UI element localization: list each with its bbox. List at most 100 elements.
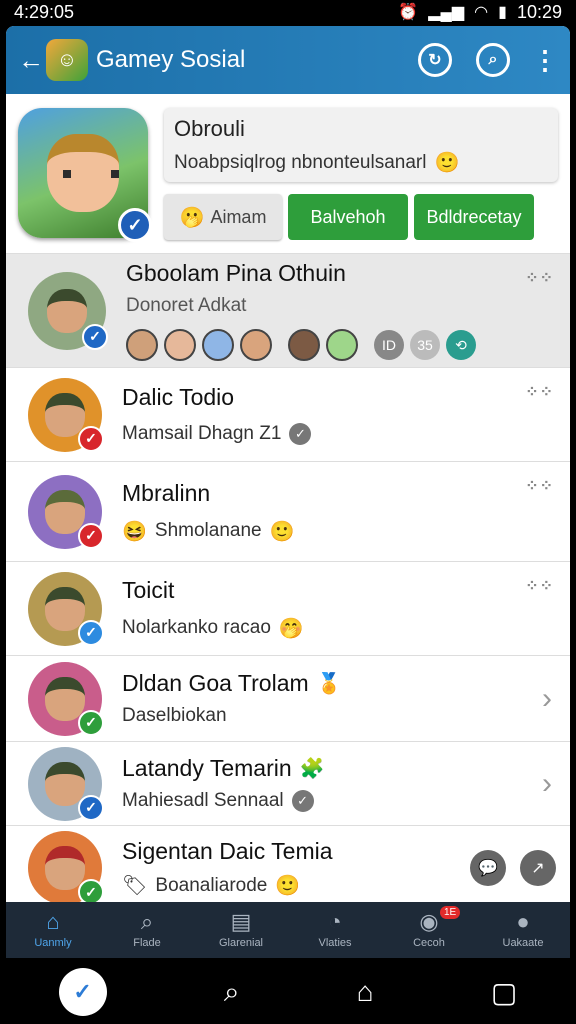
avatar: ✓ bbox=[28, 661, 104, 736]
aimam-label: Aimam bbox=[210, 206, 267, 227]
search-icon[interactable]: ⌕ bbox=[476, 43, 510, 77]
tab-label: Uanmly bbox=[34, 937, 72, 949]
chat-title: Latandy Temarin bbox=[122, 755, 292, 781]
more-options-icon[interactable]: ⋮ bbox=[532, 47, 558, 73]
status-time-left: 4:29:05 bbox=[14, 1, 75, 22]
chat-subtitle: Daselbiokan bbox=[122, 705, 227, 726]
avatar-face bbox=[47, 288, 87, 333]
recents-icon[interactable]: ▢ bbox=[491, 976, 517, 1009]
row-actions: 💬 ↗ bbox=[470, 850, 556, 886]
avatar-face bbox=[45, 586, 85, 631]
verified-badge-icon: ✓ bbox=[82, 323, 108, 350]
group-icon[interactable]: ID bbox=[374, 330, 404, 360]
chat-subtitle: Shmolanane bbox=[154, 520, 262, 541]
chat-body: Mbralinn 😆 Shmolanane 🙂 bbox=[122, 480, 570, 544]
tab-profile[interactable]: ● Uakaate bbox=[476, 902, 570, 958]
back-arrow-icon[interactable]: ← bbox=[18, 45, 44, 76]
bdldrecetay-button[interactable]: Bdldrecetay bbox=[414, 194, 534, 240]
tab-home[interactable]: ⌂ Uanmly bbox=[6, 902, 100, 958]
tab-label: Glarenial bbox=[218, 937, 264, 949]
tab-notifications[interactable]: ◉ 1E Cecoh bbox=[382, 902, 476, 958]
chat-row[interactable]: ✓ Latandy Temarin 🧩 Mahiesadl Sennaal ✓ … bbox=[6, 742, 570, 826]
member-avatar[interactable] bbox=[240, 329, 272, 361]
verified-badge-icon: ✓ bbox=[78, 794, 104, 821]
member-avatar[interactable] bbox=[288, 329, 320, 361]
counter-icon[interactable]: 35 bbox=[410, 330, 440, 360]
profile-header: ✓ Obrouli Noabpsiqlrog nbnonteulsanarl 🙂… bbox=[6, 94, 570, 254]
face-emoji-icon: 🫢 bbox=[179, 206, 205, 229]
home-icon: ⌂ bbox=[46, 909, 60, 934]
balvehoh-button[interactable]: Balvehoh bbox=[288, 194, 408, 240]
verified-badge-icon: ✓ bbox=[78, 425, 104, 452]
member-avatar[interactable] bbox=[126, 329, 158, 361]
row-menu-icon[interactable]: ⁘⁘ bbox=[525, 382, 554, 402]
share-icon[interactable]: ⟲ bbox=[446, 330, 476, 360]
row-menu-icon[interactable]: ⁘⁘ bbox=[525, 268, 554, 288]
aimam-button[interactable]: 🫢 Aimam bbox=[164, 194, 282, 240]
chat-row[interactable]: ✓ Dldan Goa Trolam 🏅 Daselbiokan › bbox=[6, 656, 570, 742]
status-icons: ⏰ ▂▄▆ ◠ ▮ 10:29 bbox=[398, 2, 562, 23]
verified-badge-icon: ✓ bbox=[78, 709, 104, 736]
smile-emoji-icon: 🙂 bbox=[434, 152, 460, 174]
chat-title-wrap: Dldan Goa Trolam 🏅 bbox=[122, 670, 570, 697]
profile-status: Noabpsiqlrog nbnonteulsanarl 🙂 bbox=[174, 150, 548, 175]
hero-character bbox=[47, 134, 119, 212]
person-icon: ● bbox=[516, 909, 530, 934]
avatar: ✓ bbox=[28, 377, 104, 452]
member-avatar[interactable] bbox=[326, 329, 358, 361]
chat-subtitle: Mamsail Dhagn Z1 bbox=[122, 423, 282, 444]
chat-title: Mbralinn bbox=[122, 479, 211, 506]
sticker-icon: 🧩 bbox=[299, 758, 325, 780]
chat-row[interactable]: ✓ Dalic Todio Mamsail Dhagn Z1 ✓ ⁘⁘ bbox=[6, 368, 570, 462]
profile-name: Obrouli bbox=[174, 116, 245, 141]
chat-row[interactable]: ✓ Mbralinn 😆 Shmolanane 🙂 ⁘⁘ bbox=[6, 462, 570, 562]
status-bar: 4:29:05 ⏰ ▂▄▆ ◠ ▮ 10:29 bbox=[0, 0, 576, 24]
profile-info: Obrouli Noabpsiqlrog nbnonteulsanarl 🙂 🫢… bbox=[164, 108, 558, 240]
bottom-tab-bar: ⌂ Uanmly ⌕ Flade ▤ Glarenial ◔ Vlaties ◉… bbox=[6, 902, 570, 958]
avatar: ✓ bbox=[28, 571, 104, 646]
avatar-face bbox=[45, 676, 85, 721]
share-arrow-icon[interactable]: ↗ bbox=[520, 850, 556, 886]
status-time-right: 10:29 bbox=[516, 1, 562, 22]
chat-body: Latandy Temarin 🧩 Mahiesadl Sennaal ✓ bbox=[122, 755, 570, 812]
chat-row[interactable]: ✓ Gboolam Pina Othuin Donoret Adkat ID 3… bbox=[6, 254, 570, 368]
member-avatar[interactable] bbox=[164, 329, 196, 361]
chat-row[interactable]: ✓ Sigentan Daic Temia 🏷 Boanaliarode 🙂 💬… bbox=[6, 826, 570, 910]
tab-library[interactable]: ▤ Glarenial bbox=[194, 902, 288, 958]
app-logo: ☺ bbox=[46, 39, 88, 81]
avatar: ✓ bbox=[28, 271, 108, 350]
chat-list: ✓ Gboolam Pina Othuin Donoret Adkat ID 3… bbox=[6, 254, 570, 930]
tab-label: Cecoh bbox=[413, 937, 445, 949]
avatar: ✓ bbox=[28, 831, 104, 905]
profile-card: Obrouli Noabpsiqlrog nbnonteulsanarl 🙂 bbox=[164, 108, 558, 182]
search-icon[interactable]: ⌕ bbox=[224, 976, 240, 1009]
home-icon[interactable]: ⌂ bbox=[357, 976, 374, 1008]
chevron-right-icon[interactable]: › bbox=[542, 767, 552, 801]
avatar-face bbox=[45, 489, 85, 534]
chat-title-wrap: Latandy Temarin 🧩 bbox=[122, 755, 570, 782]
wifi-icon: ◠ bbox=[474, 4, 489, 21]
tag-icon: 🏷 bbox=[122, 875, 148, 897]
chat-body: Dalic Todio Mamsail Dhagn Z1 ✓ bbox=[122, 384, 570, 445]
member-avatar[interactable] bbox=[202, 329, 234, 361]
row-menu-icon[interactable]: ⁘⁘ bbox=[525, 476, 554, 496]
tab-chat[interactable]: ◔ Vlaties bbox=[288, 902, 382, 958]
verified-badge-icon: ✓ bbox=[78, 619, 104, 646]
profile-avatar[interactable]: ✓ bbox=[18, 108, 152, 242]
app-window: ← ☺ Gamey Sosial ↻ ⌕ ⋮ ✓ Obrouli Noabpsi… bbox=[6, 26, 570, 958]
chat-body: Gboolam Pina Othuin Donoret Adkat ID 35 … bbox=[126, 260, 570, 361]
avatar-face bbox=[45, 846, 85, 890]
assistant-check-icon[interactable]: ✓ bbox=[58, 968, 107, 1016]
avatar: ✓ bbox=[28, 474, 104, 549]
compose-icon[interactable]: ↻ bbox=[418, 43, 452, 77]
member-avatars: ID 35 ⟲ bbox=[126, 329, 570, 361]
tab-search[interactable]: ⌕ Flade bbox=[100, 902, 194, 958]
message-icon[interactable]: 💬 bbox=[470, 850, 506, 886]
chat-subtitle-wrap: Nolarkanko racao 🤭 bbox=[122, 616, 570, 641]
chat-row[interactable]: ✓ Toicit Nolarkanko racao 🤭 ⁘⁘ bbox=[6, 562, 570, 656]
chat-subtitle: Nolarkanko racao bbox=[122, 617, 271, 638]
row-menu-icon[interactable]: ⁘⁘ bbox=[525, 576, 554, 596]
chevron-right-icon[interactable]: › bbox=[542, 682, 552, 716]
chat-subtitle: Boanaliarode bbox=[155, 874, 268, 896]
chat-subtitle-wrap: Mamsail Dhagn Z1 ✓ bbox=[122, 423, 570, 445]
